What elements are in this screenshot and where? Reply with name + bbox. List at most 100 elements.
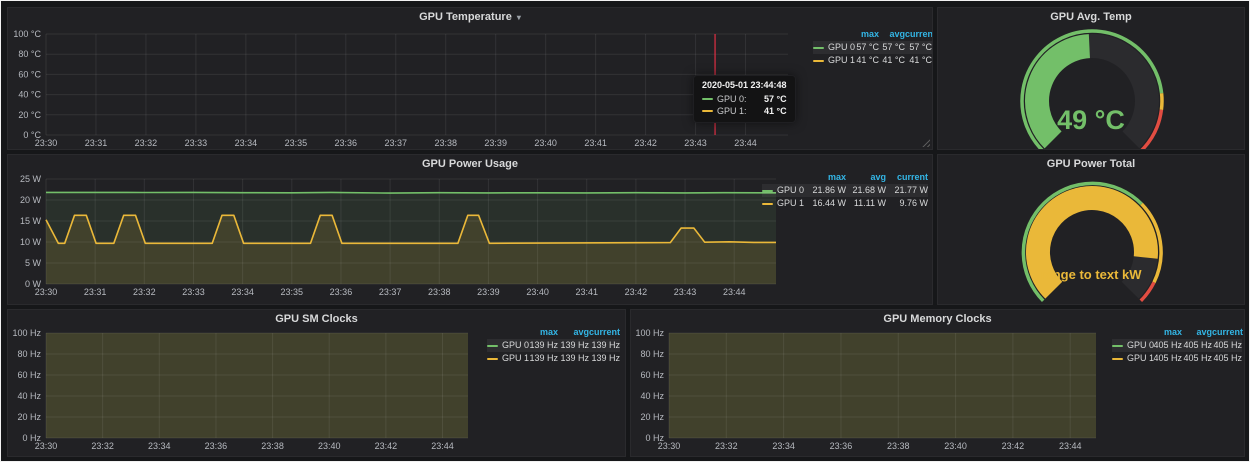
svg-text:23:42: 23:42 <box>1002 441 1025 451</box>
legend-value: 405 Hz <box>1152 339 1182 352</box>
panel-title-gpu-power-total[interactable]: GPU Power Total <box>938 155 1244 173</box>
svg-text:23:43: 23:43 <box>684 138 707 148</box>
panel-title-gpu-avg-temp[interactable]: GPU Avg. Temp <box>938 8 1244 26</box>
svg-text:20 Hz: 20 Hz <box>640 412 664 422</box>
legend-value: 405 Hz <box>1152 352 1182 365</box>
panel-resize-handle[interactable] <box>922 139 930 147</box>
legend-header-current[interactable]: current <box>1212 326 1242 339</box>
legend-value: 139 Hz <box>558 352 589 365</box>
svg-text:23:32: 23:32 <box>133 287 156 297</box>
legend-value: 405 Hz <box>1182 352 1212 365</box>
legend-header-row: max avg current <box>813 28 932 41</box>
svg-text:23:34: 23:34 <box>148 441 171 451</box>
svg-text:23:33: 23:33 <box>182 287 205 297</box>
svg-text:20 °C: 20 °C <box>18 110 41 120</box>
panel-gpu-sm-clocks: GPU SM Clocks 100 Hz80 Hz60 Hz40 Hz20 Hz… <box>7 309 626 457</box>
svg-text:23:31: 23:31 <box>84 287 107 297</box>
legend-header-current[interactable]: current <box>886 171 928 184</box>
svg-text:23:42: 23:42 <box>634 138 657 148</box>
svg-text:23:40: 23:40 <box>944 441 967 451</box>
power-chart-canvas[interactable]: 25 W20 W15 W10 W5 W0 W23:3023:3123:3223:… <box>8 173 798 301</box>
svg-text:23:34: 23:34 <box>235 138 258 148</box>
svg-text:80 Hz: 80 Hz <box>640 349 664 359</box>
legend-header-avg[interactable]: avg <box>558 326 589 339</box>
legend-row-gpu0: GPU 0 139 Hz 139 Hz 139 Hz <box>487 339 620 352</box>
tooltip-row-gpu0: GPU 0: 57 °C <box>702 93 787 105</box>
svg-text:23:40: 23:40 <box>526 287 549 297</box>
svg-text:40 Hz: 40 Hz <box>17 391 41 401</box>
legend-series-gpu1[interactable]: GPU 1 <box>487 352 527 365</box>
svg-text:23:44: 23:44 <box>723 287 746 297</box>
svg-text:20 W: 20 W <box>20 195 42 205</box>
svg-text:60 Hz: 60 Hz <box>17 370 41 380</box>
legend-series-gpu0[interactable]: GPU 0 <box>1112 339 1152 352</box>
svg-text:23:44: 23:44 <box>734 138 757 148</box>
svg-text:20 Hz: 20 Hz <box>17 412 41 422</box>
svg-text:60 °C: 60 °C <box>18 69 41 79</box>
legend-header-avg[interactable]: avg <box>846 171 886 184</box>
svg-text:23:41: 23:41 <box>575 287 598 297</box>
legend-value: 21.77 W <box>886 184 928 197</box>
series-color-dash <box>702 98 713 100</box>
legend-header-max[interactable]: max <box>527 326 558 339</box>
chevron-down-icon: ▾ <box>517 13 521 22</box>
legend-value: 57 °C <box>853 41 879 54</box>
sm-clocks-legend: max avg current GPU 0 139 Hz 139 Hz 139 … <box>487 326 620 365</box>
svg-text:80 Hz: 80 Hz <box>17 349 41 359</box>
grafana-dashboard: GPU Temperature ▾ 100 °C80 °C60 °C40 °C2… <box>0 0 1250 462</box>
panel-title-text: GPU Power Total <box>1047 158 1135 170</box>
svg-text:25 W: 25 W <box>20 174 42 184</box>
svg-text:10 W: 10 W <box>20 237 42 247</box>
svg-text:23:35: 23:35 <box>281 287 304 297</box>
legend-value: 9.76 W <box>886 197 928 210</box>
svg-text:23:40: 23:40 <box>318 441 341 451</box>
svg-text:23:42: 23:42 <box>625 287 648 297</box>
series-color-dash <box>1112 358 1123 360</box>
legend-value: 139 Hz <box>589 339 620 352</box>
panel-title-text: GPU Avg. Temp <box>1050 11 1132 23</box>
legend-header-max[interactable]: max <box>1152 326 1182 339</box>
panel-title-text: GPU Memory Clocks <box>883 313 991 325</box>
panel-title-text: GPU Power Usage <box>422 158 518 170</box>
svg-text:23:32: 23:32 <box>135 138 158 148</box>
legend-series-gpu1[interactable]: GPU 1 <box>1112 352 1152 365</box>
series-color-dash <box>487 345 498 347</box>
legend-series-gpu0[interactable]: GPU 0 <box>487 339 527 352</box>
legend-header-max[interactable]: max <box>804 171 846 184</box>
legend-series-gpu0[interactable]: GPU 0 <box>762 184 804 197</box>
svg-text:23:38: 23:38 <box>887 441 910 451</box>
legend-header-current[interactable]: current <box>905 28 932 41</box>
series-color-dash <box>1112 345 1123 347</box>
legend-header-avg[interactable]: avg <box>879 28 905 41</box>
svg-text:23:34: 23:34 <box>231 287 254 297</box>
legend-header-row: max avg current <box>1112 326 1242 339</box>
legend-series-gpu1[interactable]: GPU 1 <box>813 54 853 67</box>
svg-text:23:34: 23:34 <box>772 441 795 451</box>
svg-text:23:30: 23:30 <box>658 441 681 451</box>
memory-clocks-legend: max avg current GPU 0 405 Hz 405 Hz 405 … <box>1112 326 1242 365</box>
legend-series-gpu0[interactable]: GPU 0 <box>813 41 853 54</box>
svg-text:23:39: 23:39 <box>484 138 507 148</box>
legend-header-max[interactable]: max <box>853 28 879 41</box>
panel-title-gpu-temperature[interactable]: GPU Temperature ▾ <box>8 8 932 26</box>
legend-value: 41 °C <box>853 54 879 67</box>
tooltip-row-gpu1: GPU 1: 41 °C <box>702 105 787 117</box>
legend-header-avg[interactable]: avg <box>1182 326 1212 339</box>
power-total-gauge-value: range to text kW <box>938 267 1244 282</box>
legend-value: 139 Hz <box>527 339 558 352</box>
series-color-dash <box>762 190 773 192</box>
series-color-dash <box>702 110 713 112</box>
crosshair-tooltip: 2020-05-01 23:44:48 GPU 0: 57 °C GPU 1: … <box>693 75 796 123</box>
svg-text:40 °C: 40 °C <box>18 90 41 100</box>
svg-text:15 W: 15 W <box>20 216 42 226</box>
legend-row-gpu0: GPU 0 57 °C 57 °C 57 °C <box>813 41 932 54</box>
svg-text:23:32: 23:32 <box>715 441 738 451</box>
legend-header-current[interactable]: current <box>589 326 620 339</box>
legend-series-gpu1[interactable]: GPU 1 <box>762 197 804 210</box>
temperature-chart-canvas[interactable]: 100 °C80 °C60 °C40 °C20 °C0 °C23:3023:31… <box>8 30 798 150</box>
svg-text:23:36: 23:36 <box>335 138 358 148</box>
svg-text:23:31: 23:31 <box>85 138 108 148</box>
series-color-dash <box>813 60 824 62</box>
svg-text:23:41: 23:41 <box>584 138 607 148</box>
legend-value: 405 Hz <box>1212 339 1242 352</box>
